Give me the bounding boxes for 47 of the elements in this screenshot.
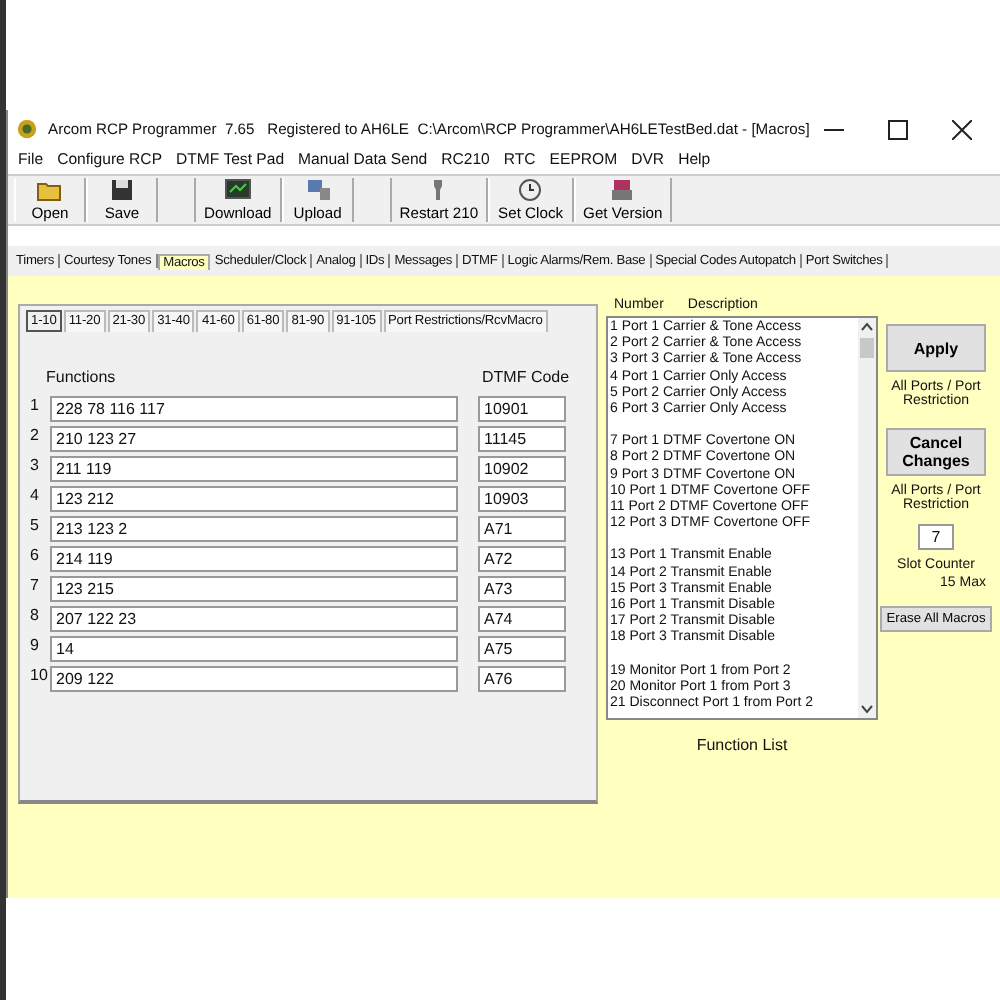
function-listbox[interactable] [606, 316, 878, 720]
row-number: 3 [30, 456, 41, 474]
scroll-down-icon[interactable] [860, 704, 874, 714]
functions-field[interactable]: 123 212 [50, 486, 458, 512]
functions-field[interactable]: 14 [50, 636, 458, 662]
monitor-icon [223, 178, 252, 202]
dtmf-code-field[interactable]: 11145 [478, 426, 566, 452]
row-number: 10 [30, 666, 46, 684]
dtmf-code-field[interactable]: A72 [478, 546, 566, 572]
row-number: 6 [30, 546, 41, 564]
functions-field[interactable]: 228 78 116 117 [50, 396, 458, 422]
row-number: 7 [30, 576, 41, 594]
close-icon[interactable] [952, 119, 972, 139]
scroll-thumb[interactable] [860, 338, 874, 358]
column-label: Functions [44, 368, 118, 386]
row-number: 9 [30, 636, 41, 654]
functions-field[interactable]: 210 123 27 [50, 426, 458, 452]
functions-field[interactable]: 213 123 2 [50, 516, 458, 542]
app-icon [16, 118, 38, 140]
functions-field[interactable]: 207 122 23 [50, 606, 458, 632]
dtmf-code-field[interactable]: 10901 [478, 396, 566, 422]
row-number: 2 [30, 426, 41, 444]
dtmf-code-field[interactable]: A73 [478, 576, 566, 602]
functions-field[interactable]: 214 119 [50, 546, 458, 572]
row-number: 5 [30, 516, 41, 534]
scrollbar[interactable] [858, 318, 876, 718]
scroll-up-icon[interactable] [860, 322, 874, 332]
functions-field[interactable]: 209 122 [50, 666, 458, 692]
floppy-icon [108, 178, 136, 202]
list-caption: Function List [694, 736, 790, 754]
functions-field[interactable]: 123 215 [50, 576, 458, 602]
dtmf-code-field[interactable]: 10902 [478, 456, 566, 482]
column-label: DTMF Code [480, 368, 566, 386]
apply-button[interactable]: Apply [886, 324, 986, 372]
row-number: 8 [30, 606, 41, 624]
folder-icon [36, 178, 64, 202]
maximize-icon[interactable] [888, 119, 908, 139]
dtmf-code-field[interactable]: A75 [478, 636, 566, 662]
cancel-changes-button[interactable]: Cancel Changes [886, 428, 986, 476]
row-number: 4 [30, 486, 41, 504]
dtmf-code-field[interactable]: A76 [478, 666, 566, 692]
dtmf-code-field[interactable]: A71 [478, 516, 566, 542]
dtmf-code-field[interactable]: A74 [478, 606, 566, 632]
functions-field[interactable]: 211 119 [50, 456, 458, 482]
dtmf-code-field[interactable]: 10903 [478, 486, 566, 512]
slot-counter-field[interactable]: 7 [918, 524, 954, 550]
row-number: 1 [30, 396, 41, 414]
